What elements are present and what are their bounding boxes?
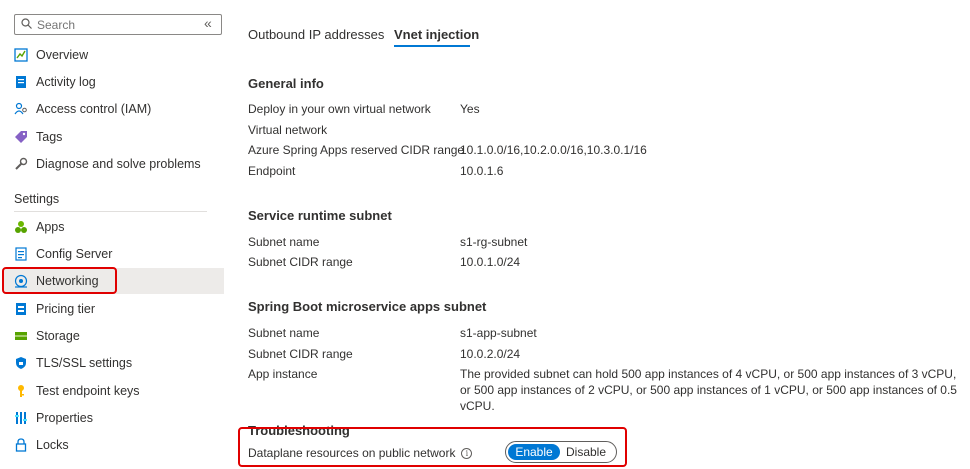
pricing-tier-icon xyxy=(14,302,28,316)
info-value: The provided subnet can hold 500 app ins… xyxy=(460,367,957,413)
sidebar-item-locks[interactable]: Locks xyxy=(4,432,224,458)
info-value: 10.0.1.0/24 xyxy=(460,255,521,269)
sidebar-item-label: Test endpoint keys xyxy=(36,384,140,398)
sidebar-item-apps[interactable]: Apps xyxy=(4,214,224,240)
info-label: Subnet name xyxy=(248,326,320,340)
selected-tab-indicator xyxy=(394,45,470,47)
info-label: Deploy in your own virtual network xyxy=(248,102,431,116)
sidebar-item-pricing-tier[interactable]: Pricing tier xyxy=(4,296,224,322)
overview-icon xyxy=(14,48,28,62)
sidebar-item-label: Activity log xyxy=(36,75,96,89)
general-info-heading: General info xyxy=(248,76,324,91)
apps-icon xyxy=(14,220,28,234)
config-server-icon xyxy=(14,247,28,261)
sidebar-item-label: Overview xyxy=(36,48,89,62)
sidebar-item-label: Locks xyxy=(36,438,69,452)
lock-icon xyxy=(14,438,28,452)
troubleshooting-highlight-box xyxy=(238,427,627,467)
sidebar-item-label: TLS/SSL settings xyxy=(36,356,133,370)
tab-vnet-injection[interactable]: Vnet injection xyxy=(394,27,479,42)
info-value: 10.0.1.6 xyxy=(460,164,504,178)
info-label: Subnet CIDR range xyxy=(248,347,353,361)
sidebar-item-label: Diagnose and solve problems xyxy=(36,157,201,171)
info-value: 10.1.0.0/16,10.2.0.0/16,10.3.0.1/16 xyxy=(460,143,647,157)
search-box[interactable] xyxy=(14,14,222,35)
info-label: App instance xyxy=(248,367,318,381)
apps-subnet-heading: Spring Boot microservice apps subnet xyxy=(248,299,487,314)
access-control-icon xyxy=(14,102,28,116)
search-icon xyxy=(21,17,32,32)
collapse-sidebar-icon[interactable]: « xyxy=(204,16,212,30)
sidebar-item-label: Pricing tier xyxy=(36,302,96,316)
sidebar-item-tls-ssl[interactable]: TLS/SSL settings xyxy=(4,350,224,376)
service-runtime-heading: Service runtime subnet xyxy=(248,208,392,223)
wrench-icon xyxy=(14,157,28,171)
info-value: 10.0.2.0/24 xyxy=(460,347,521,361)
sidebar-item-overview[interactable]: Overview xyxy=(4,42,224,68)
info-label: Subnet CIDR range xyxy=(248,255,353,269)
shield-icon xyxy=(14,356,28,370)
info-value: s1-rg-subnet xyxy=(460,235,528,249)
key-icon xyxy=(14,384,28,398)
section-divider xyxy=(14,211,207,212)
activity-log-icon xyxy=(14,75,28,89)
sidebar-item-label: Access control (IAM) xyxy=(36,102,152,116)
properties-icon xyxy=(14,411,28,425)
storage-icon xyxy=(14,329,28,343)
info-label: Subnet name xyxy=(248,235,320,249)
info-label: Azure Spring Apps reserved CIDR range xyxy=(248,143,465,157)
sidebar-item-storage[interactable]: Storage xyxy=(4,323,224,349)
networking-highlight-box xyxy=(2,267,117,294)
sidebar: « Overview Activity log Access control (… xyxy=(0,0,224,469)
info-value: s1-app-subnet xyxy=(460,326,537,340)
sidebar-item-label: Tags xyxy=(36,130,63,144)
sidebar-item-label: Storage xyxy=(36,329,80,343)
sidebar-item-label: Properties xyxy=(36,411,93,425)
info-label: Endpoint xyxy=(248,164,296,178)
sidebar-item-label: Apps xyxy=(36,220,65,234)
sidebar-item-activity-log[interactable]: Activity log xyxy=(4,69,224,95)
sidebar-item-tags[interactable]: Tags xyxy=(4,124,224,150)
sidebar-item-label: Config Server xyxy=(36,247,113,261)
sidebar-item-config-server[interactable]: Config Server xyxy=(4,241,224,267)
info-label: Virtual network xyxy=(248,123,328,137)
tab-outbound-ip[interactable]: Outbound IP addresses xyxy=(248,27,384,42)
sidebar-item-diagnose[interactable]: Diagnose and solve problems xyxy=(4,151,224,177)
sidebar-item-access-control[interactable]: Access control (IAM) xyxy=(4,96,224,122)
sidebar-item-properties[interactable]: Properties xyxy=(4,405,224,431)
info-value: Yes xyxy=(460,102,480,116)
sidebar-item-test-endpoint-keys[interactable]: Test endpoint keys xyxy=(4,378,224,404)
tag-icon xyxy=(14,130,28,144)
search-input[interactable] xyxy=(37,17,207,32)
settings-section-label: Settings xyxy=(14,192,60,206)
